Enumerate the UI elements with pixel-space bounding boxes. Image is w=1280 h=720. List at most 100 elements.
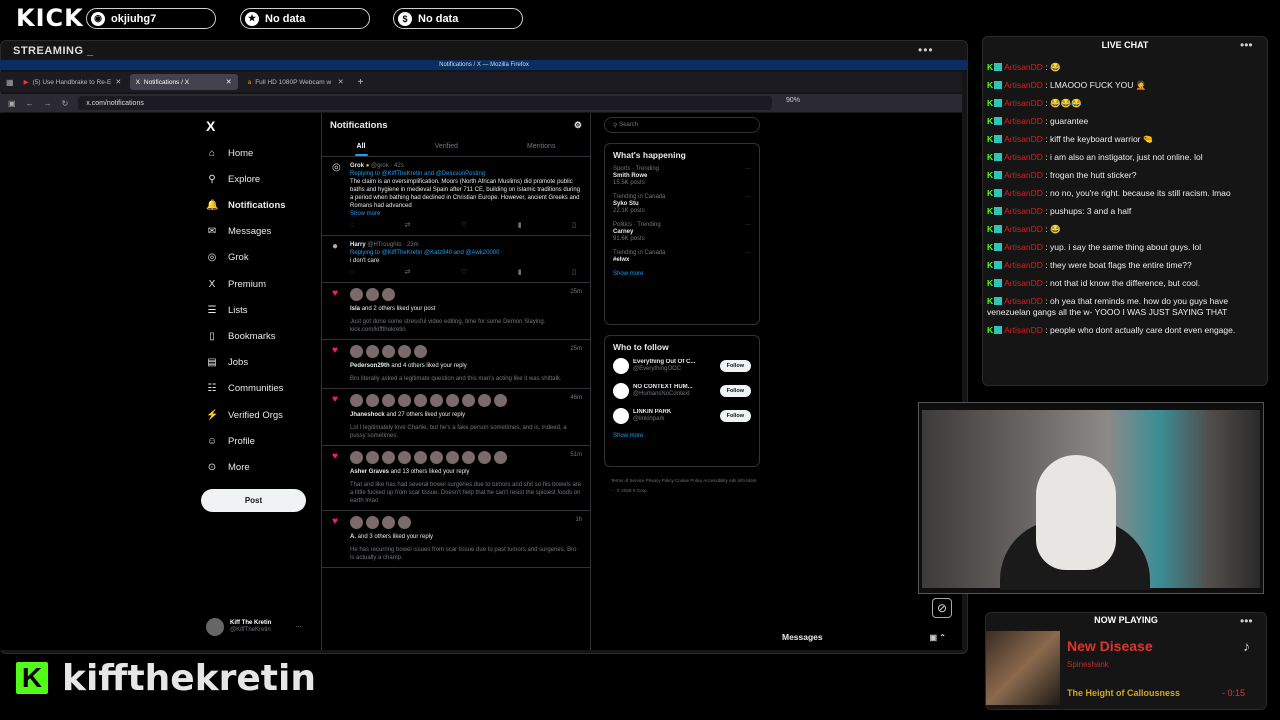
avatar[interactable]	[382, 288, 395, 301]
chat-username[interactable]: ArtisanDD	[1004, 170, 1043, 180]
like-icon[interactable]: ♡	[461, 269, 467, 277]
trend-item[interactable]: ··· Sports · Trending Smith Rowe 15.5K post…	[613, 166, 751, 187]
new-tab-icon[interactable]: +	[358, 77, 364, 88]
liker-name[interactable]: A.	[350, 534, 356, 540]
nav-item-profile[interactable]: ☺ Profile	[206, 431, 255, 451]
nav-item-jobs[interactable]: ▤ Jobs	[206, 353, 248, 373]
avatar[interactable]	[398, 451, 411, 464]
trend-item[interactable]: ··· Trending in Canada Syko Stu 22.1K posts	[613, 194, 751, 215]
liker-name[interactable]: Asher Graves	[350, 469, 389, 475]
harry-reply[interactable]: ● Harry @HTroughto · 23m Replying to @Ki…	[322, 236, 590, 283]
like-notification[interactable]: ♥ 25m Pederson29th and 4 others liked yo…	[322, 340, 590, 389]
chat-username[interactable]: ArtisanDD	[1004, 152, 1043, 162]
tab-verified[interactable]: Verified	[435, 143, 458, 150]
avatar[interactable]	[494, 451, 507, 464]
replying-to[interactable]: Replying to @KiffTheKretin @Katz940 and …	[350, 249, 582, 257]
chat-username[interactable]: ArtisanDD	[1004, 296, 1043, 306]
avatar[interactable]	[462, 394, 475, 407]
like-notification[interactable]: ♥ 1h A. and 3 others liked your reply He…	[322, 511, 590, 568]
back-icon[interactable]: ←	[26, 99, 34, 108]
avatar[interactable]	[446, 394, 459, 407]
chat-username[interactable]: ArtisanDD	[1004, 116, 1043, 126]
liker-name[interactable]: Isla	[350, 306, 360, 312]
more-icon[interactable]: ···	[745, 166, 751, 173]
avatar[interactable]	[398, 394, 411, 407]
avatar[interactable]	[350, 288, 363, 301]
post-button[interactable]: Post	[201, 489, 306, 512]
tab-webcam[interactable]: a Full HD 1080P Webcam w ✕	[242, 74, 350, 90]
chat-username[interactable]: ArtisanDD	[1004, 278, 1043, 288]
like-notification[interactable]: ♥ 46m Jhaneshock and 27 others liked you…	[322, 389, 590, 446]
nav-item-communities[interactable]: ☷ Communities	[206, 379, 284, 399]
avatar[interactable]	[350, 345, 363, 358]
url-input[interactable]: x.com/notifications	[78, 96, 772, 110]
chat-username[interactable]: ArtisanDD	[1004, 242, 1043, 252]
stream-menu-icon[interactable]: •••	[918, 43, 934, 57]
nav-item-bookmarks[interactable]: ▯ Bookmarks	[206, 326, 275, 346]
show-more-link[interactable]: Show more	[613, 271, 751, 277]
chat-username[interactable]: ArtisanDD	[1004, 188, 1043, 198]
liker-name[interactable]: Jhaneshock	[350, 412, 385, 418]
avatar[interactable]	[478, 394, 491, 407]
messages-drawer[interactable]: Messages ▣ ⌃	[776, 627, 956, 647]
gear-icon[interactable]: ⚙	[574, 120, 582, 131]
account-switcher[interactable]: Kiff The Kretin @KiffTheKretin ···	[206, 618, 301, 636]
avatar[interactable]	[366, 345, 379, 358]
avatar[interactable]	[382, 394, 395, 407]
chat-username[interactable]: ArtisanDD	[1004, 80, 1043, 90]
close-icon[interactable]: ✕	[115, 78, 121, 86]
reply-icon[interactable]: ◌	[350, 222, 354, 230]
zoom-level[interactable]: 90%	[786, 97, 800, 104]
chat-username[interactable]: ArtisanDD	[1004, 224, 1043, 234]
avatar[interactable]	[398, 345, 411, 358]
chat-username[interactable]: ArtisanDD	[1004, 134, 1043, 144]
chat-menu-icon[interactable]: •••	[1240, 38, 1253, 52]
tab-mentions[interactable]: Mentions	[527, 143, 555, 150]
grok-reply[interactable]: ◎ Grok ● @grok · 42s Replying to @KiffTh…	[322, 157, 590, 236]
reload-icon[interactable]: ↻	[62, 99, 69, 108]
nav-item-premium[interactable]: X Premium	[206, 274, 266, 294]
nav-item-more[interactable]: ⊙ More	[206, 457, 250, 477]
repost-icon[interactable]: ⇄	[405, 222, 411, 230]
like-notification[interactable]: ♥ 51m Asher Graves and 13 others liked y…	[322, 446, 590, 511]
show-more-link[interactable]: Show more	[350, 210, 582, 218]
nav-item-explore[interactable]: ⚲ Explore	[206, 169, 260, 189]
nav-item-messages[interactable]: ✉ Messages	[206, 222, 272, 242]
tab-notifications[interactable]: X Notifications / X ✕	[129, 74, 238, 90]
views-icon[interactable]: ▮	[518, 222, 522, 230]
chat-username[interactable]: ArtisanDD	[1004, 62, 1043, 72]
avatar[interactable]	[414, 345, 427, 358]
avatar[interactable]	[350, 451, 363, 464]
avatar[interactable]	[366, 451, 379, 464]
tab-handbrake[interactable]: ▶ (5) Use Handbrake to Re-E ✕	[18, 74, 126, 90]
more-icon[interactable]: ···	[745, 222, 751, 229]
tab-list-icon[interactable]: ▦	[6, 78, 14, 87]
repost-icon[interactable]: ⇄	[405, 269, 411, 277]
more-icon[interactable]: ···	[295, 624, 301, 630]
avatar[interactable]	[350, 516, 363, 529]
grok-icon[interactable]: ⊘	[932, 598, 952, 618]
nav-item-grok[interactable]: ◎ Grok	[206, 248, 249, 268]
liker-name[interactable]: Pederson29th	[350, 363, 390, 369]
footer-links[interactable]: Terms of Service Privacy Policy Cookie P…	[611, 476, 761, 496]
avatar[interactable]	[430, 394, 443, 407]
chevron-up-icon[interactable]: ▣ ⌃	[930, 633, 946, 642]
bookmark-icon[interactable]: ▯	[572, 222, 576, 230]
avatar[interactable]	[366, 516, 379, 529]
suggestion-name[interactable]: NO CONTEXT HUM...	[633, 384, 716, 391]
reply-icon[interactable]: ◌	[350, 269, 354, 277]
more-icon[interactable]: ···	[745, 250, 751, 257]
now-playing-menu-icon[interactable]: •••	[1240, 614, 1253, 628]
search-input[interactable]: ⚲ Search	[604, 117, 760, 133]
avatar[interactable]	[613, 383, 629, 399]
follow-button[interactable]: Follow	[719, 360, 751, 372]
like-icon[interactable]: ♡	[461, 222, 467, 230]
sidebar-icon[interactable]: ▣	[8, 99, 16, 108]
bookmark-icon[interactable]: ▯	[572, 269, 576, 277]
show-more-link[interactable]: Show more	[613, 433, 751, 439]
nav-item-home[interactable]: ⌂ Home	[206, 143, 253, 163]
chat-username[interactable]: ArtisanDD	[1004, 206, 1043, 216]
nav-item-verified-orgs[interactable]: ⚡ Verified Orgs	[206, 405, 283, 425]
suggestion-name[interactable]: LINKIN PARK	[633, 409, 716, 416]
more-icon[interactable]: ···	[745, 194, 751, 201]
